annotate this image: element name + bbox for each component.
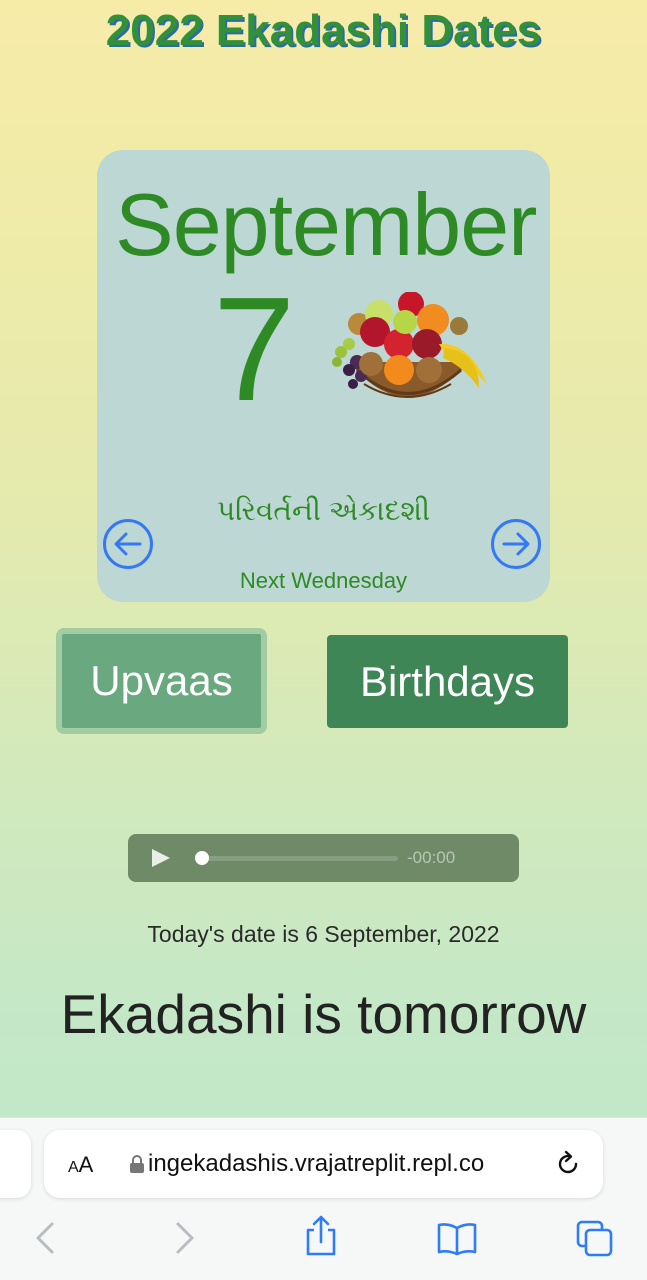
address-bar[interactable]: AA ingekadashis.vrajatreplit.repl.co [44, 1130, 603, 1198]
back-icon[interactable] [34, 1218, 56, 1258]
month-label: September [115, 175, 537, 274]
fruit-basket-icon [332, 292, 487, 398]
previous-ekadashi-button[interactable] [102, 518, 154, 570]
page-title: 2022 Ekadashi Dates [105, 6, 542, 55]
today-date-text: Today's date is 6 September, 2022 [147, 921, 500, 947]
birthdays-button[interactable]: Birthdays [327, 635, 568, 728]
day-number: 7 [213, 267, 296, 432]
audio-scrubber-handle[interactable] [195, 851, 209, 865]
audio-progress-track[interactable] [202, 856, 398, 861]
previous-tab-preview[interactable] [0, 1130, 31, 1198]
tabs-icon[interactable] [576, 1218, 614, 1258]
url-text[interactable]: ingekadashis.vrajatreplit.repl.co [148, 1150, 538, 1178]
share-icon[interactable] [304, 1214, 338, 1258]
ekadashi-card: September 7 પરિવર્તની એકાદશી Next Wednes… [97, 150, 550, 602]
upvaas-button[interactable]: Upvaas [56, 628, 267, 734]
text-size-button[interactable]: AA [68, 1152, 93, 1178]
ekadashi-name: પરિવર્તની એકાદશી [216, 495, 431, 526]
lock-icon [130, 1155, 144, 1173]
audio-player: -00:00 [128, 834, 519, 882]
play-icon[interactable] [150, 848, 172, 868]
audio-time-remaining: -00:00 [407, 848, 456, 867]
forward-icon[interactable] [174, 1218, 196, 1258]
ekadashi-status-message: Ekadashi is tomorrow [60, 983, 587, 1045]
next-day-label: Next Wednesday [239, 568, 408, 593]
bookmarks-icon[interactable] [436, 1218, 478, 1258]
reload-icon[interactable] [554, 1150, 582, 1178]
next-ekadashi-button[interactable] [490, 518, 542, 570]
